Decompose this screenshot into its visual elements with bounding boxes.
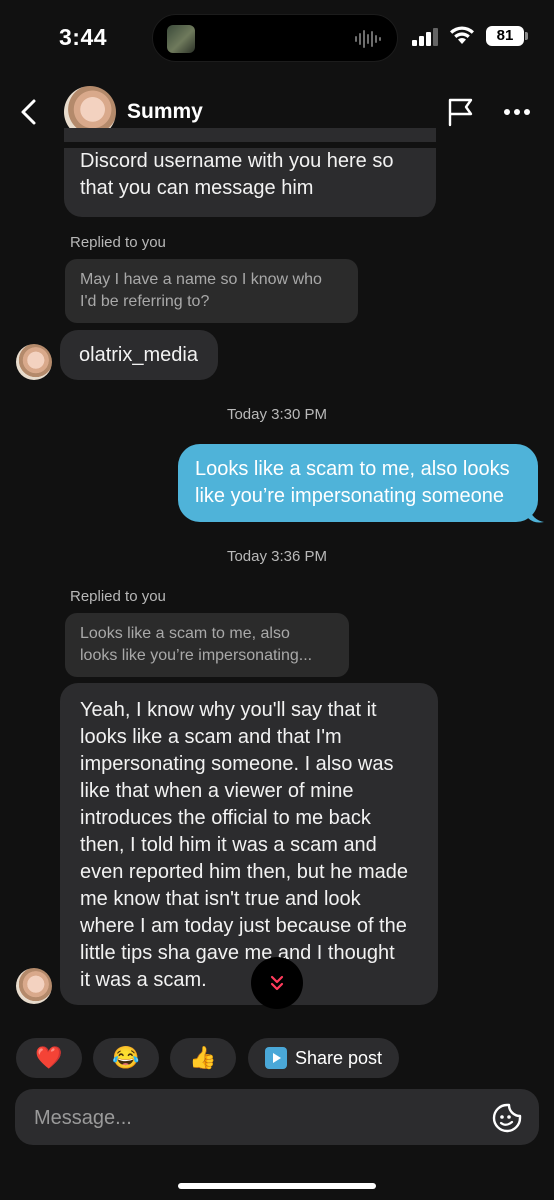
reply-quote-line: I'd be referring to? (80, 293, 210, 310)
message-text-line: impersonating someone. I also was (80, 753, 394, 775)
message-text-line: me know that isn't true and look (80, 888, 361, 910)
message-text: olatrix_media (79, 344, 198, 366)
laughing-face-icon: 😂 (112, 1045, 140, 1070)
timestamp: Today 3:30 PM (226, 406, 328, 423)
avatar[interactable] (16, 344, 52, 380)
reply-label: Replied to you (70, 588, 166, 605)
message-text-line: it was a scam. (80, 969, 207, 991)
wifi-icon (450, 26, 474, 44)
scroll-to-bottom-button[interactable] (251, 957, 303, 1009)
battery-level: 81 (486, 26, 524, 46)
sticker-icon[interactable] (491, 1102, 523, 1134)
message-input[interactable] (32, 1089, 476, 1147)
message-text-line: introduces the official to me back (80, 807, 371, 829)
heart-icon: ❤️ (35, 1045, 63, 1070)
cellular-signal-icon (412, 28, 438, 46)
reply-quote[interactable]: Looks like a scam to me, also looks like… (65, 613, 349, 677)
message-text-line: that you can message him (80, 177, 314, 199)
home-indicator[interactable] (178, 1183, 376, 1189)
reply-quote-line: looks like you’re impersonating... (80, 647, 313, 664)
message-text-line: Yeah, I know why you'll say that it (80, 699, 377, 721)
message-text-line: like you’re impersonating someone (195, 485, 505, 507)
play-square-icon (264, 1047, 287, 1069)
message-bubble-incoming[interactable]: Yeah, I know why you'll say that it look… (60, 683, 438, 1005)
audio-waveform-icon (355, 30, 381, 48)
reply-quote[interactable]: May I have a name so I know who I'd be r… (65, 259, 358, 323)
share-post-label: Share post (294, 1047, 383, 1068)
reaction-heart-button[interactable]: ❤️ (16, 1038, 82, 1078)
message-bubble-outgoing[interactable]: Looks like a scam to me, also looks like… (178, 444, 538, 522)
thumbs-up-icon: 👍 (189, 1045, 217, 1070)
reaction-laugh-button[interactable]: 😂 (93, 1038, 159, 1078)
status-time: 3:44 (59, 24, 108, 50)
share-post-button[interactable]: Share post (248, 1038, 399, 1078)
dynamic-island[interactable] (152, 14, 398, 62)
message-text-line: Discord username with you here so (80, 150, 394, 172)
message-bubble-incoming[interactable]: olatrix_media (60, 330, 218, 380)
message-text-line: looks like a scam and that I'm (80, 726, 342, 748)
message-text-line: where I am today just because of the (80, 915, 407, 937)
reply-quote-line: May I have a name so I know who (80, 271, 322, 288)
now-playing-thumbnail (167, 25, 195, 53)
reply-label: Replied to you (70, 234, 166, 251)
reply-quote-line: Looks like a scam to me, also (80, 625, 290, 642)
header-divider (0, 142, 554, 148)
message-text-line: like that when a viewer of mine (80, 780, 354, 802)
chevron-left-icon[interactable] (18, 98, 40, 126)
bubble-tail (528, 506, 544, 523)
reaction-thumbs-up-button[interactable]: 👍 (170, 1038, 236, 1078)
message-text-line: Looks like a scam to me, also looks (195, 458, 510, 480)
avatar[interactable] (16, 968, 52, 1004)
battery-tip (525, 32, 528, 40)
flag-icon[interactable] (446, 97, 476, 127)
message-text-line: then, I told him it was a scam and (80, 834, 377, 856)
message-text-line: little tips sha gave me and I thought (80, 942, 395, 964)
timestamp: Today 3:36 PM (226, 548, 328, 565)
chevron-double-down-icon (270, 975, 284, 991)
more-horizontal-icon[interactable] (503, 108, 531, 116)
message-composer[interactable] (15, 1089, 539, 1147)
message-text-line: even reported him then, but he made (80, 861, 408, 883)
conversation-name[interactable]: Summy (127, 100, 203, 124)
